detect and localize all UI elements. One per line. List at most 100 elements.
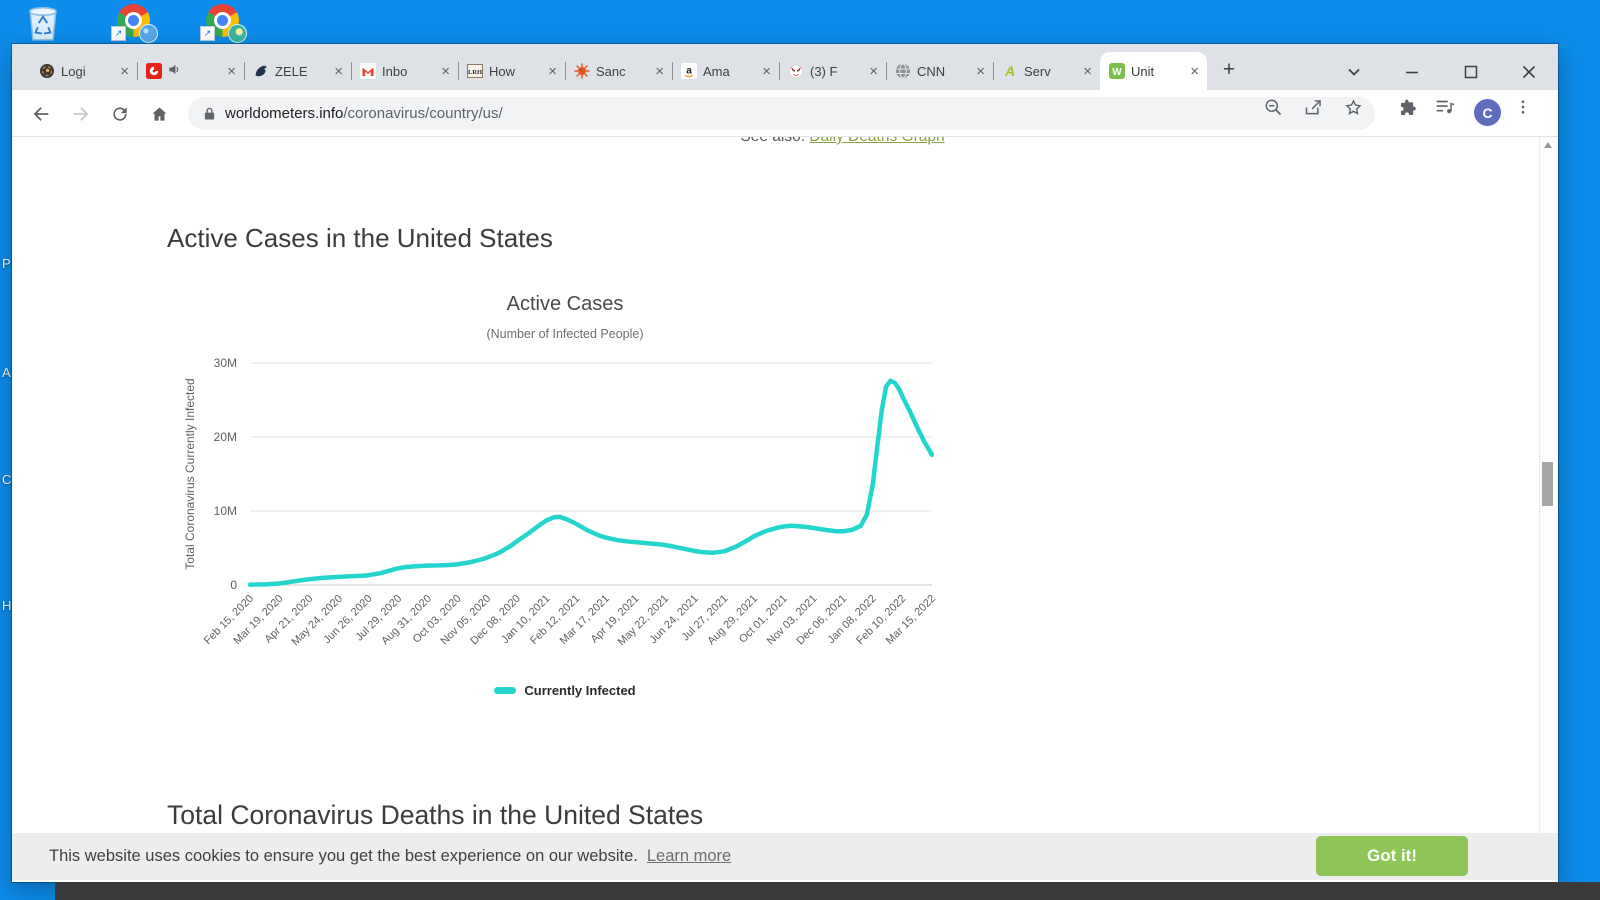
recycle-bin-glyph [26, 2, 60, 42]
browser-tab-logi[interactable]: Logi × [30, 52, 137, 90]
reload-icon[interactable] [108, 102, 132, 126]
recycle-bin-icon[interactable] [26, 2, 60, 42]
cookie-message: This website uses cookies to ensure you … [49, 847, 638, 866]
close-window-button[interactable] [1515, 58, 1543, 86]
y-axis-tick-label: 30M [214, 356, 237, 370]
chrome-shortcut-1[interactable]: ↗ [117, 4, 150, 37]
tab-label: Unit [1131, 64, 1182, 79]
legend-label: Currently Infected [524, 683, 635, 698]
y-axis-tick-label: 10M [214, 504, 237, 518]
svg-text:LRH: LRH [468, 69, 482, 76]
browser-tab-cnn[interactable]: CNN × [886, 52, 993, 90]
chart-title: Active Cases [180, 293, 950, 316]
bookmark-star-icon[interactable] [1341, 95, 1365, 119]
tab-close-icon[interactable]: × [546, 64, 559, 79]
learn-more-link[interactable]: Learn more [647, 847, 731, 866]
tab-label: Inbo [382, 64, 433, 79]
svg-text:a: a [686, 66, 692, 77]
browser-tab--3-f[interactable]: (3) F × [779, 52, 886, 90]
tab-search-chevron-icon[interactable] [1340, 58, 1368, 86]
chart-legend[interactable]: Currently Infected [180, 683, 950, 698]
tab-label: Logi [61, 64, 112, 79]
profile-avatar[interactable]: C [1474, 99, 1501, 126]
y-axis-title: Total Coronavirus Currently Infected [183, 378, 197, 569]
scrollbar-thumb[interactable] [1542, 462, 1553, 506]
browser-tab-zele[interactable]: ZELE× [244, 52, 351, 90]
new-tab-button[interactable]: + [1215, 57, 1243, 85]
browser-tab-inbo[interactable]: Inbo × [351, 52, 458, 90]
browser-tab-sanc[interactable]: Sanc × [565, 52, 672, 90]
chrome-browser-window: Logi××ZELE×Inbo×LRHHow×Sanc×aAma×(3) F×C… [12, 44, 1558, 882]
globe-favicon-icon [895, 63, 911, 79]
back-icon[interactable] [29, 102, 53, 126]
tab-close-icon[interactable]: × [332, 64, 345, 79]
chrome-shortcut-2[interactable]: ↗ [206, 4, 239, 37]
tab-close-icon[interactable]: × [1081, 64, 1094, 79]
tab-audio-speaker-icon[interactable] [168, 63, 181, 79]
y-axis-tick-label: 20M [214, 430, 237, 444]
svg-text:W: W [1112, 67, 1122, 78]
browser-toolbar: worldometers.info/coronavirus/country/us… [12, 90, 1558, 137]
worldometers-favicon-icon: W [1109, 63, 1125, 79]
maximize-button[interactable] [1457, 58, 1485, 86]
tab-close-icon[interactable]: × [225, 64, 238, 79]
shortcut-arrow-icon: ↗ [111, 26, 126, 41]
tab-label: Serv [1024, 64, 1075, 79]
tab-close-icon[interactable]: × [974, 64, 987, 79]
svg-text:A: A [1004, 63, 1015, 79]
media-controls-icon[interactable] [1433, 95, 1457, 119]
desktop-icon-partial-label: A [2, 365, 11, 380]
tab-close-icon[interactable]: × [867, 64, 880, 79]
tab-label: (3) F [810, 64, 861, 79]
shortcut-arrow-icon: ↗ [200, 26, 215, 41]
legend-marker-icon [494, 687, 516, 694]
minimize-button[interactable] [1398, 58, 1426, 86]
compass-favicon-icon [39, 63, 55, 79]
browser-tab-serv[interactable]: A Serv × [993, 52, 1100, 90]
lock-icon[interactable] [203, 106, 216, 121]
amazon-favicon-icon: a [681, 63, 697, 79]
page-title: Active Cases in the United States [167, 223, 553, 254]
tab-label: CNN [917, 64, 968, 79]
desktop-icon-partial-label: P [2, 256, 11, 271]
cookie-banner: This website uses cookies to ensure you … [12, 833, 1558, 880]
background-window-strip [55, 882, 1600, 900]
profile-badge-icon [139, 24, 158, 43]
url-path: /coronavirus/country/us/ [343, 105, 502, 122]
eagle-favicon-icon [253, 63, 269, 79]
fox-favicon-icon [788, 63, 804, 79]
url-text: worldometers.info/coronavirus/country/us… [225, 105, 503, 122]
desktop-icon-partial-label: C [2, 472, 11, 487]
active-cases-chart[interactable]: 30M 20M 10M 0 Total Coronavirus Currently In… [180, 350, 950, 685]
tab-close-icon[interactable]: × [439, 64, 452, 79]
forward-icon[interactable] [69, 102, 93, 126]
windows-desktop: ↗ ↗ PACH Logi××ZELE×Inbo×LRHHow×Sanc×aAm… [0, 0, 1600, 900]
home-icon[interactable] [147, 102, 171, 126]
currently-infected-line [250, 381, 932, 585]
browser-tab-how[interactable]: LRH How × [458, 52, 565, 90]
tab-close-icon[interactable]: × [1188, 64, 1201, 79]
tab-close-icon[interactable]: × [653, 64, 666, 79]
y-axis-tick-label: 0 [230, 578, 237, 592]
browser-tab-1[interactable]: × [137, 52, 244, 90]
scroll-up-arrow-icon[interactable] [1544, 142, 1552, 148]
page-scrollbar[interactable] [1539, 137, 1556, 880]
virus-favicon-icon [574, 63, 590, 79]
menu-dots-icon[interactable] [1511, 95, 1535, 119]
share-icon[interactable] [1301, 95, 1325, 119]
zoom-out-icon[interactable] [1261, 95, 1285, 119]
extensions-puzzle-icon[interactable] [1395, 95, 1419, 119]
browser-tab-ama[interactable]: aAma× [672, 52, 779, 90]
tab-close-icon[interactable]: × [760, 64, 773, 79]
chrome-icon: ↗ [117, 4, 150, 37]
page-content: See also: Daily Deaths Graph Active Case… [12, 137, 1558, 882]
tab-strip: Logi××ZELE×Inbo×LRHHow×Sanc×aAma×(3) F×C… [12, 44, 1558, 90]
angi-favicon-icon: A [1002, 63, 1018, 79]
address-bar[interactable]: worldometers.info/coronavirus/country/us… [188, 97, 1375, 130]
tab-close-icon[interactable]: × [118, 64, 131, 79]
browser-tab-unit[interactable]: W Unit × [1100, 52, 1207, 90]
tab-label: Sanc [596, 64, 647, 79]
got-it-button[interactable]: Got it! [1316, 836, 1468, 876]
tab-label: How [489, 64, 540, 79]
desktop-icon-partial-label: H [2, 598, 11, 613]
